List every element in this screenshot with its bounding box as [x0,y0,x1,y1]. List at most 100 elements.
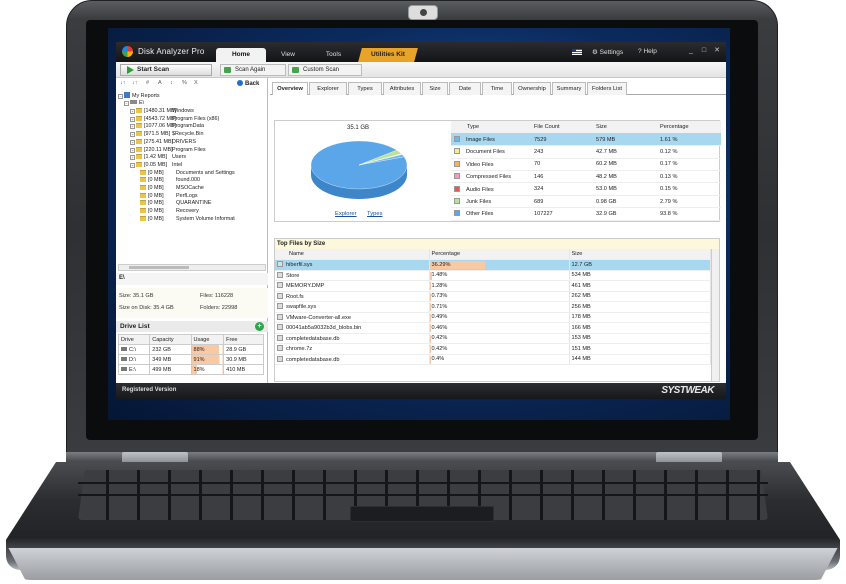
percentage-col-header[interactable]: Percentage [657,121,721,134]
expand-icon[interactable]: + [130,109,135,114]
drive-icon [121,366,127,371]
free-col-header[interactable]: Free [223,334,264,345]
tree-root[interactable]: − My Reports [118,92,160,100]
file-size-col-header[interactable]: Size [569,249,711,260]
capacity-col-header[interactable]: Capacity [149,334,192,345]
file-row[interactable]: hiberfil.sys 36.29% 12.7 GB [275,259,711,271]
folder-icon [136,123,142,129]
file-row[interactable]: 00041ab5a9032b3d_blobs.bin 0.46% 166 MB [275,322,711,334]
name-col-header[interactable]: Name [275,249,430,260]
top-files-title: Top Files by Size [275,239,719,249]
type-row[interactable]: Image Files 7529 579 MB 1.61 % [451,133,721,147]
drive-col-header[interactable]: Drive [117,334,151,345]
drive-row[interactable]: C:\ 232 GB 88% 28.9 GB [117,344,264,355]
type-row[interactable]: Video Files 70 60.2 MB 0.17 % [451,158,721,172]
type-row[interactable]: Audio Files 324 53.0 MB 0.15 % [451,182,721,196]
file-name: swapfile.sys [286,304,317,311]
collapse-icon[interactable]: − [124,101,129,106]
tab-size[interactable]: Size [422,82,448,95]
expand-icon[interactable]: + [130,124,135,130]
clear-sort-icon[interactable]: X [194,80,198,86]
maximize-button[interactable]: □ [699,46,709,55]
file-row[interactable]: MEMORY.DMP 1.28% 461 MB [275,280,711,292]
start-scan-button[interactable]: Start Scan [120,64,212,76]
file-row[interactable]: Root.fs 0.73% 262 MB [275,291,711,302]
tab-date[interactable]: Date [449,82,481,95]
file-row[interactable]: chrome.7z 0.42% 151 MB [275,343,711,355]
custom-scan-button[interactable]: Custom Scan [288,64,362,76]
file-icon [277,261,283,268]
filecount-col-header[interactable]: File Count [531,121,593,134]
file-row[interactable]: swapfile.sys 0.71% 256 MB [275,301,711,313]
usage-col-header[interactable]: Usage [190,334,225,345]
sort-asc-icon[interactable]: ↓↑ [120,80,126,86]
add-drive-icon[interactable]: + [255,322,264,331]
tree-item[interactable]: [0 MB] System Volume Informat [140,215,235,224]
tab-view[interactable]: View [268,48,308,62]
file-row[interactable]: completedatabase.db 0.4% 144 MB [275,354,711,365]
expand-icon[interactable]: + [130,147,135,153]
language-flag-icon[interactable] [572,49,582,55]
explorer-link[interactable]: Explorer [335,211,357,217]
tab-overview[interactable]: Overview [272,82,308,95]
drive-row[interactable]: E:\ 499 MB 18% 410 MB [117,364,264,375]
keyboard-row-gap [78,494,768,496]
tab-summary[interactable]: Summary [552,82,586,95]
sort-size-icon[interactable]: ↕ [170,80,173,86]
sort-alpha-icon[interactable]: A [158,80,162,86]
sort-percent-icon[interactable]: % [182,80,187,86]
tab-folders-list[interactable]: Folders List [587,82,627,95]
type-count: 243 [531,145,593,159]
collapse-icon[interactable]: − [118,94,123,99]
type-count: 689 [531,195,593,209]
file-row[interactable]: VMware-Converter-all.exe 0.49% 178 MB [275,312,711,323]
expand-icon[interactable]: + [130,139,135,145]
back-button[interactable]: Back [237,80,259,87]
tree-drive[interactable]: − E\ [124,100,144,108]
type-row[interactable]: Other Files 107227 32.9 GB 93.8 % [451,207,721,221]
sort-desc-icon[interactable]: ↓↑ [132,80,138,86]
type-row[interactable]: Document Files 243 42.7 MB 0.12 % [451,145,721,159]
drive-row[interactable]: D:\ 349 MB 91% 30.9 MB [117,354,264,365]
drive-free: 410 MB [223,364,264,375]
file-row[interactable]: Store 1.48% 534 MB [275,270,711,281]
file-row[interactable]: completedatabase.db 0.42% 153 MB [275,333,711,344]
expand-icon[interactable]: + [130,132,135,138]
type-name: Junk Files [466,199,492,206]
close-button[interactable]: ✕ [712,46,722,55]
sort-count-icon[interactable]: # [146,80,149,86]
drive-usage: 18% [190,364,225,375]
tab-time[interactable]: Time [482,82,512,95]
type-col-header[interactable]: Type [451,121,531,134]
app-logo-icon [122,46,133,57]
reports-icon [124,92,130,98]
file-percentage-col-header[interactable]: Percentage [429,249,570,260]
tree-item-size: [220.11 MB] [144,146,173,153]
types-link[interactable]: Types [367,211,382,217]
tab-types[interactable]: Types [348,82,382,95]
file-icon [277,313,283,320]
minimize-button[interactable]: _ [686,46,696,55]
file-percentage-cell: 1.28% [429,280,570,292]
scan-again-button[interactable]: Scan Again [220,64,286,76]
files-vertical-scrollbar[interactable] [711,249,719,381]
type-row[interactable]: Junk Files 689 0.98 GB 2.79 % [451,195,721,209]
tab-utilities-kit[interactable]: Utilities Kit [358,48,418,62]
type-row[interactable]: Compressed Files 146 48.2 MB 0.13 % [451,170,721,184]
tab-attributes[interactable]: Attributes [383,82,421,95]
expand-icon[interactable]: + [130,162,135,168]
tab-explorer[interactable]: Explorer [309,82,347,95]
tab-tools[interactable]: Tools [311,48,356,62]
tab-home[interactable]: Home [216,48,266,62]
expand-icon[interactable]: + [130,155,135,161]
file-name: Store [286,272,300,279]
file-name: 00041ab5a9032b3d_blobs.bin [286,325,362,332]
size-col-header[interactable]: Size [593,121,657,134]
settings-button[interactable]: ⚙ Settings [592,48,623,56]
custom-scan-label: Custom Scan [303,67,340,73]
type-size: 0.98 GB [593,195,657,209]
tree-horizontal-scrollbar[interactable] [118,264,266,271]
expand-icon[interactable]: + [130,116,135,122]
tab-ownership[interactable]: Ownership [513,82,551,95]
help-button[interactable]: ? Help [638,48,657,55]
